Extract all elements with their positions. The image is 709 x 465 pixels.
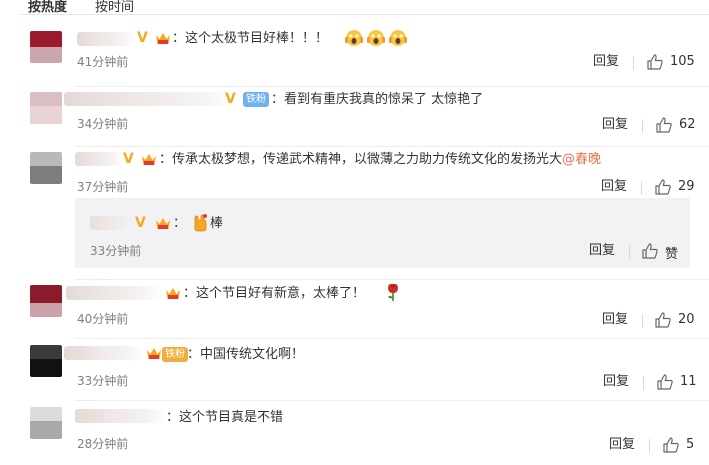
thumbs-up-icon bbox=[657, 374, 673, 390]
avatar[interactable] bbox=[30, 31, 62, 63]
thumbs-up-icon bbox=[656, 117, 672, 133]
like-count: 105 bbox=[670, 54, 695, 69]
username-blurred[interactable] bbox=[75, 409, 165, 423]
thumbs-up-icon bbox=[663, 437, 679, 453]
username-blurred[interactable] bbox=[90, 216, 132, 230]
reply-button[interactable]: 回复 bbox=[609, 437, 635, 453]
thumbs-up-icon bbox=[655, 312, 671, 328]
reply-button[interactable]: 回复 bbox=[602, 312, 628, 328]
comment-time: 33分钟前 bbox=[90, 244, 142, 258]
comment-text: ：这个太极节目好棒！！！ bbox=[172, 31, 329, 46]
comment-time: 34分钟前 bbox=[77, 117, 129, 131]
comment-divider bbox=[75, 146, 709, 147]
thumbs-up-icon bbox=[655, 179, 671, 195]
tabs-divider bbox=[20, 14, 709, 15]
verified-v-icon: V bbox=[137, 30, 148, 46]
comment-time: 41分钟前 bbox=[77, 55, 129, 69]
comment-text: ：中国传统文化啊！ bbox=[187, 347, 305, 362]
reply-button[interactable]: 回复 bbox=[602, 117, 628, 133]
thumbs-up-icon bbox=[647, 54, 663, 70]
comment-time: 33分钟前 bbox=[77, 374, 129, 388]
like-label: 赞 bbox=[665, 247, 679, 262]
action-divider bbox=[629, 245, 630, 259]
rose-icon bbox=[388, 283, 398, 301]
crown-icon bbox=[147, 348, 161, 359]
comment-time: 37分钟前 bbox=[77, 180, 129, 194]
thumbs-up-icon bbox=[642, 243, 658, 259]
username-blurred[interactable] bbox=[64, 92, 236, 106]
avatar[interactable] bbox=[30, 152, 62, 184]
crown-icon bbox=[166, 288, 180, 299]
crown-icon bbox=[156, 33, 170, 44]
username-blurred[interactable] bbox=[66, 286, 162, 300]
like-count: 11 bbox=[680, 374, 697, 389]
emoji-scream-icon bbox=[345, 30, 407, 46]
reply-button[interactable]: 回复 bbox=[593, 54, 619, 70]
like-count: 62 bbox=[679, 117, 696, 132]
crown-icon bbox=[142, 154, 156, 165]
action-divider bbox=[643, 376, 644, 390]
comment-text: ：这个节目真是不错 bbox=[166, 410, 284, 425]
comment-divider bbox=[75, 338, 709, 339]
action-divider bbox=[641, 181, 642, 195]
reply-button[interactable]: 回复 bbox=[603, 374, 629, 390]
verified-v-icon: V bbox=[123, 151, 134, 167]
like-count: 29 bbox=[678, 179, 695, 194]
verified-v-icon: V bbox=[225, 91, 236, 107]
crown-icon bbox=[156, 218, 170, 229]
tab-sort-by-hot[interactable]: 按热度 bbox=[28, 0, 67, 15]
comment-text: ：传承太极梦想，传递武术精神，以微薄之力助力传统文化的发扬光大@春晚 bbox=[159, 152, 601, 168]
avatar[interactable] bbox=[30, 92, 62, 124]
comment-time: 40分钟前 bbox=[77, 312, 129, 326]
username-blurred[interactable] bbox=[75, 152, 123, 166]
avatar[interactable] bbox=[30, 285, 62, 317]
comment-text-body: ：传承太极梦想，传递武术精神，以微薄之力助力传统文化的发扬光大 bbox=[159, 152, 563, 167]
avatar[interactable] bbox=[30, 345, 62, 377]
action-divider bbox=[642, 119, 643, 133]
username-blurred[interactable] bbox=[77, 32, 135, 46]
fan-badge: 铁粉 bbox=[162, 347, 188, 362]
verified-v-icon: V bbox=[135, 215, 146, 231]
action-divider bbox=[649, 439, 650, 453]
mention-link[interactable]: @春晚 bbox=[562, 152, 601, 167]
fan-badge: 铁粉 bbox=[243, 92, 269, 107]
tab-sort-by-time[interactable]: 按时间 bbox=[95, 0, 134, 15]
avatar[interactable] bbox=[30, 407, 62, 439]
comment-divider bbox=[75, 400, 709, 401]
action-divider bbox=[642, 314, 643, 328]
reply-button[interactable]: 回复 bbox=[601, 179, 627, 195]
username-blurred[interactable] bbox=[64, 346, 144, 360]
hand-emoji-icon bbox=[194, 214, 207, 232]
comment-text: ：这个节目好有新意，太棒了！ bbox=[183, 286, 366, 301]
like-count: 20 bbox=[678, 312, 695, 327]
comment-divider bbox=[75, 86, 709, 87]
reply-button[interactable]: 回复 bbox=[589, 243, 615, 259]
comment-time: 28分钟前 bbox=[77, 437, 129, 451]
comment-text: ： bbox=[173, 216, 187, 231]
comment-text: ：看到有重庆我真的惊呆了 太惊艳了 bbox=[271, 92, 484, 107]
like-count: 5 bbox=[686, 437, 695, 452]
comment-divider bbox=[75, 279, 709, 280]
sub-reply-text: 棒 bbox=[210, 216, 224, 231]
action-divider bbox=[633, 56, 634, 70]
